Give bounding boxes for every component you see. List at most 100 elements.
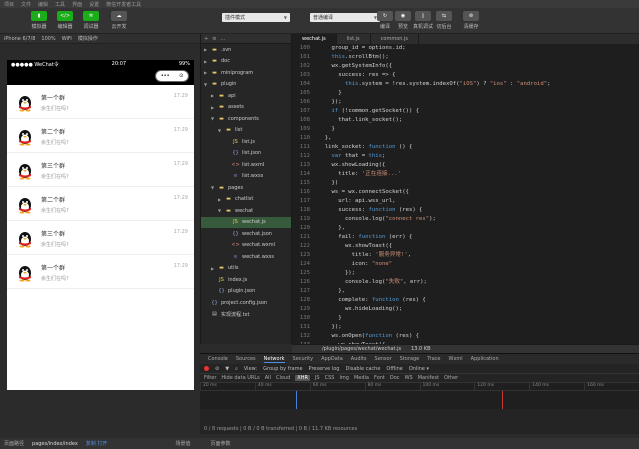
simulate-action-select[interactable]: 模拟操作 bbox=[78, 35, 98, 42]
code-icon: </> bbox=[57, 11, 73, 21]
code-line: 120 }, bbox=[292, 224, 639, 233]
network-control[interactable]: Preserve log bbox=[309, 366, 340, 372]
tree-item-list[interactable]: ▼ ▬ list bbox=[201, 125, 291, 137]
editor-button[interactable]: </> 编辑器 bbox=[52, 11, 78, 30]
tree-item-list-json[interactable]: {} list.json bbox=[201, 148, 291, 160]
more-icon[interactable]: ••• bbox=[161, 73, 170, 79]
filter-option[interactable]: CSS bbox=[325, 375, 335, 381]
tree-item-wechat-wxml[interactable]: <> wechat.wxml bbox=[201, 240, 291, 252]
simulator-button[interactable]: ▮ 模拟器 bbox=[26, 11, 52, 30]
network-controls: ⊘ ▼ ⌕ View: Group by frame Preserve log Dis… bbox=[200, 364, 639, 374]
tree-item-doc[interactable]: ▶ ▬ doc bbox=[201, 56, 291, 68]
devtools-tab-audits[interactable]: Audits bbox=[351, 356, 367, 362]
record-icon[interactable] bbox=[204, 366, 209, 371]
devtools-tab-wxml[interactable]: Wxml bbox=[449, 356, 463, 362]
clear-cache-button[interactable]: ⊜ 清缓存 bbox=[446, 11, 479, 30]
network-control[interactable]: Online ▾ bbox=[409, 366, 429, 372]
menu-item[interactable]: 设置 bbox=[89, 1, 99, 8]
editor-tab[interactable]: common.js bbox=[371, 34, 420, 44]
menu-item[interactable]: 工具 bbox=[55, 1, 65, 8]
tree-item-wechat-js[interactable]: JS wechat.js bbox=[201, 216, 291, 228]
filter-option[interactable]: XHR bbox=[295, 375, 310, 381]
menu-item[interactable]: 微信开发者工具 bbox=[106, 1, 141, 8]
filter-option[interactable]: Cloud bbox=[276, 375, 290, 381]
search-icon[interactable]: ⌕ bbox=[235, 366, 238, 372]
tree-item-wechat-json[interactable]: {} wechat.json bbox=[201, 228, 291, 240]
network-control[interactable]: Group by frame bbox=[263, 366, 302, 372]
devtools-tab-storage[interactable]: Storage bbox=[400, 356, 420, 362]
tree-item-list-js[interactable]: JS list.js bbox=[201, 136, 291, 148]
tree-item-utils[interactable]: ▶ ▬ utils bbox=[201, 263, 291, 275]
devtools-tab-sources[interactable]: Sources bbox=[236, 356, 256, 362]
editor-tab[interactable]: wechat.js bbox=[292, 34, 337, 44]
clear-icon[interactable]: ⊘ bbox=[215, 366, 219, 372]
devtools-tab-appdata[interactable]: AppData bbox=[321, 356, 343, 362]
list-item[interactable]: 第二个群 余生们在吗? 17:29 bbox=[7, 187, 194, 221]
tree-item-pages[interactable]: ▼ ▬ pages bbox=[201, 182, 291, 194]
code-area[interactable]: 100 group_id = options.id; 101 this.scrol… bbox=[292, 44, 639, 344]
debugger-button[interactable]: ✲ 调试器 bbox=[78, 11, 104, 30]
filter-option[interactable]: Doc bbox=[390, 375, 400, 381]
devtools-tab-application[interactable]: Application bbox=[471, 356, 499, 362]
list-item[interactable]: 第一个群 余生们在吗? 17:29 bbox=[7, 85, 194, 119]
cloud-button[interactable]: ☁ 云开发 bbox=[106, 11, 132, 30]
tree-item-plugin-json[interactable]: {} plugin.json bbox=[201, 286, 291, 298]
menu-item[interactable]: 文件 bbox=[21, 1, 31, 8]
tree-item-list-wxml[interactable]: <> list.wxml bbox=[201, 159, 291, 171]
list-item[interactable]: 第三个群 余生们在吗? 17:29 bbox=[7, 153, 194, 187]
network-control[interactable]: Offline bbox=[386, 366, 402, 372]
network-select[interactable]: WiFi bbox=[62, 36, 72, 42]
tree-item-plugin[interactable]: ▼ ▬ plugin bbox=[201, 79, 291, 91]
filter-option[interactable]: Manifest bbox=[418, 375, 439, 381]
penguin-avatar-icon bbox=[15, 228, 35, 248]
network-control[interactable]: Disable cache bbox=[345, 366, 380, 372]
filter-option[interactable]: All bbox=[265, 375, 271, 381]
tree-item--svn[interactable]: ▶ ▬ .svn bbox=[201, 44, 291, 56]
mode-select[interactable]: 插件模式 ▼ bbox=[222, 13, 290, 22]
tree-item-api[interactable]: ▶ ▬ api bbox=[201, 90, 291, 102]
more-icon[interactable]: … bbox=[220, 36, 225, 42]
devtools-tab-sensor[interactable]: Sensor bbox=[375, 356, 392, 362]
tree-item-chatlist[interactable]: ▶ ▬ chatlist bbox=[201, 194, 291, 206]
tree-item-list-wxss[interactable]: ≋ list.wxss bbox=[201, 171, 291, 183]
filter-option[interactable]: Media bbox=[354, 375, 369, 381]
filter-icon[interactable]: ▼ bbox=[225, 366, 229, 372]
filter-option[interactable]: Other bbox=[444, 375, 458, 381]
tree-item-wechat-wxss[interactable]: ≋ wechat.wxss bbox=[201, 251, 291, 263]
zoom-select[interactable]: 100% bbox=[41, 36, 55, 42]
menu-item[interactable]: 编辑 bbox=[38, 1, 48, 8]
add-icon[interactable]: + bbox=[204, 36, 208, 42]
tree-item-miniprogram[interactable]: ▶ ▬ miniprogram bbox=[201, 67, 291, 79]
filter-input[interactable]: Filter bbox=[204, 375, 216, 381]
tree-item-wechat[interactable]: ▼ ▬ wechat bbox=[201, 205, 291, 217]
devtools-tab-network[interactable]: Network bbox=[263, 356, 285, 363]
capsule-menu[interactable]: ••• ⊙ bbox=[155, 70, 189, 82]
devtools-tab-trace[interactable]: Trace bbox=[427, 356, 440, 362]
copy-open-link[interactable]: 复制 打开 bbox=[86, 440, 108, 447]
list-icon[interactable]: ≡ bbox=[212, 36, 216, 42]
tree-item-index-js[interactable]: JS index.js bbox=[201, 274, 291, 286]
editor-tab[interactable]: list.js bbox=[337, 34, 371, 44]
filter-option[interactable]: Hide data URLs bbox=[221, 375, 259, 381]
tree-item-assets[interactable]: ▶ ▬ assets bbox=[201, 102, 291, 114]
tree-item--txt[interactable]: ▤ 实现流程.txt bbox=[201, 309, 291, 321]
devtools-tab-console[interactable]: Console bbox=[208, 356, 228, 362]
tree-item-components[interactable]: ▼ ▬ components bbox=[201, 113, 291, 125]
menu-item[interactable]: 项目 bbox=[4, 1, 14, 8]
background-button[interactable]: ⇆ 切后台 bbox=[418, 11, 452, 30]
filter-option[interactable]: Font bbox=[374, 375, 385, 381]
line-text: }, bbox=[318, 225, 345, 231]
list-item[interactable]: 第二个群 余生们在吗? 17:29 bbox=[7, 119, 194, 153]
tree-item-project-config-json[interactable]: {} project.config.json bbox=[201, 297, 291, 309]
menu-item[interactable]: 界面 bbox=[72, 1, 82, 8]
list-item[interactable]: 第三个群 余生们在吗? 17:29 bbox=[7, 221, 194, 255]
devtools-tab-security[interactable]: Security bbox=[293, 356, 314, 362]
network-control[interactable]: View: bbox=[244, 366, 257, 372]
filter-option[interactable]: JS bbox=[315, 375, 320, 381]
filter-option[interactable]: WS bbox=[405, 375, 413, 381]
compile-select[interactable]: 普通编译 ▼ bbox=[310, 13, 380, 22]
list-item[interactable]: 第一个群 余生们在吗? 17:29 bbox=[7, 255, 194, 289]
device-select[interactable]: iPhone 6/7/8 bbox=[4, 36, 35, 42]
close-circle-icon[interactable]: ⊙ bbox=[179, 73, 183, 79]
filter-option[interactable]: Img bbox=[339, 375, 349, 381]
